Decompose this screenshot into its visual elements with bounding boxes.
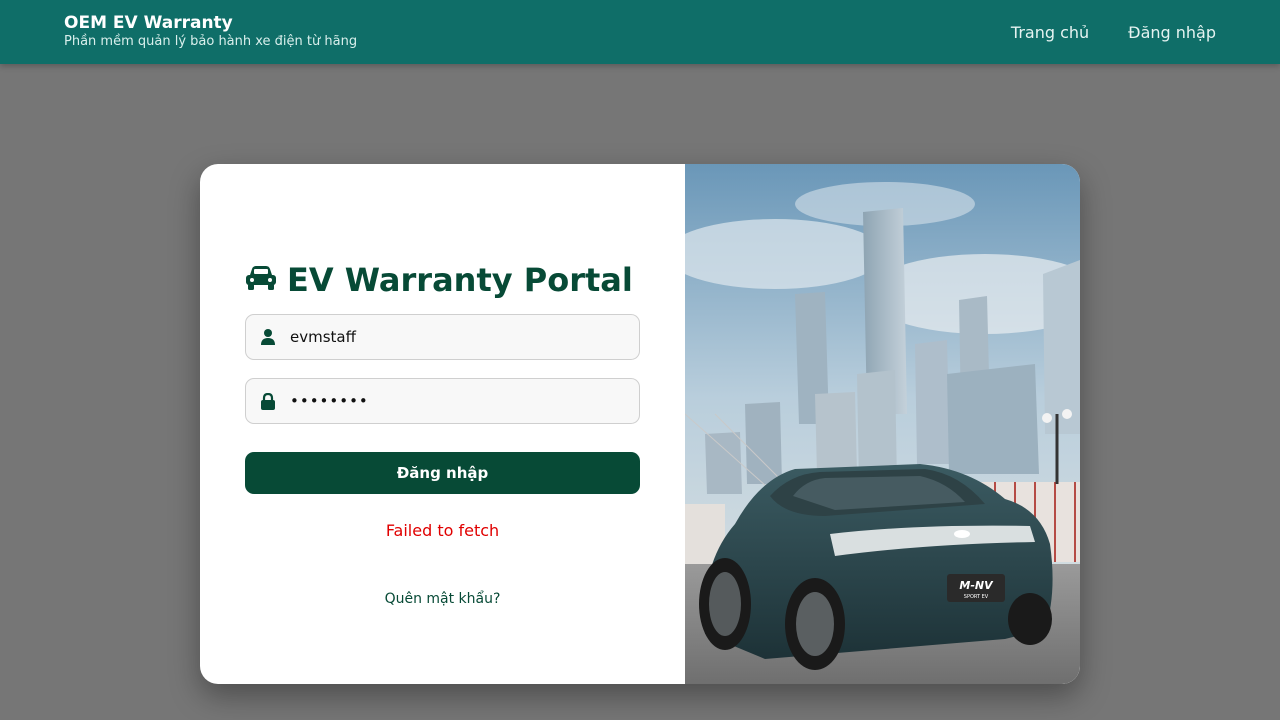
hero-illustration: M-NV SPORT EV	[685, 164, 1080, 684]
brand-subtitle: Phần mềm quản lý bảo hành xe điện từ hãn…	[64, 34, 358, 49]
brand[interactable]: OEM EV Warranty Phần mềm quản lý bảo hàn…	[64, 12, 357, 50]
portal-title-text: EV Warranty Portal	[287, 261, 633, 299]
login-submit-button[interactable]: Đăng nhập	[245, 452, 640, 494]
nav-link-login[interactable]: Đăng nhập	[1128, 23, 1216, 42]
user-icon	[246, 329, 290, 345]
forgot-password-link[interactable]: Quên mật khẩu?	[245, 591, 640, 607]
main-nav: Trang chủ Đăng nhập	[1011, 0, 1216, 64]
brand-title[interactable]: OEM EV Warranty	[64, 12, 357, 34]
hero-image: M-NV SPORT EV	[685, 164, 1080, 684]
nav-link-home[interactable]: Trang chủ	[1011, 23, 1089, 42]
car-icon	[245, 261, 277, 299]
username-input[interactable]	[290, 317, 630, 357]
login-card: EV Warranty Portal Đăng nhập Failed to f…	[200, 164, 1080, 684]
error-message: Failed to fetch	[385, 521, 500, 540]
plate-subtext: SPORT EV	[964, 594, 989, 600]
username-field[interactable]	[245, 314, 640, 360]
password-field[interactable]	[245, 378, 640, 424]
top-navbar: OEM EV Warranty Phần mềm quản lý bảo hàn…	[0, 0, 1280, 64]
portal-title: EV Warranty Portal	[245, 258, 633, 302]
password-input[interactable]	[290, 381, 630, 421]
plate-text: M-NV	[959, 579, 994, 592]
lock-icon	[246, 392, 290, 410]
login-form-panel: EV Warranty Portal Đăng nhập Failed to f…	[200, 164, 685, 684]
